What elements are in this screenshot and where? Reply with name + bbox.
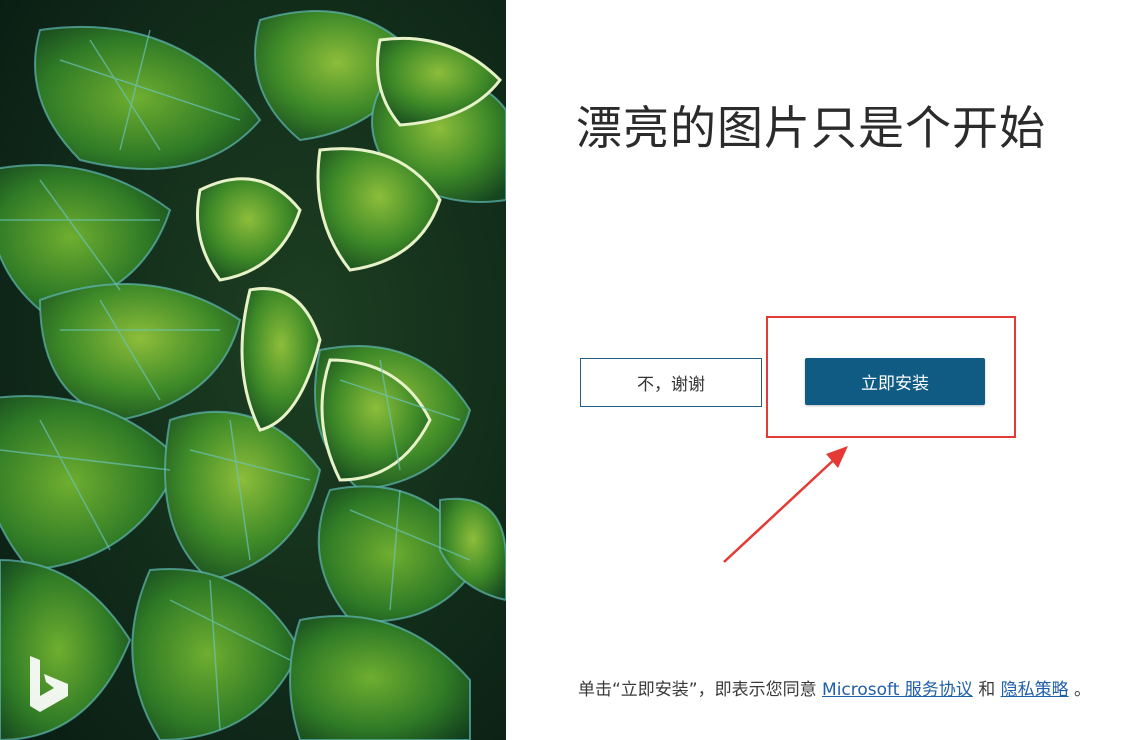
decline-button[interactable]: 不，谢谢	[580, 358, 762, 407]
install-now-button[interactable]: 立即安装	[805, 358, 985, 405]
legal-suffix: 。	[1068, 680, 1092, 700]
installer-window: 漂亮的图片只是个开始 不，谢谢 立即安装 单击“立即安装”，即表示您同意 Mic…	[0, 0, 1145, 740]
succulent-leaves-image	[0, 0, 506, 740]
service-agreement-link[interactable]: Microsoft 服务协议	[822, 680, 973, 700]
page-title: 漂亮的图片只是个开始	[576, 101, 1046, 155]
legal-notice: 单击“立即安装”，即表示您同意 Microsoft 服务协议 和 隐私策略 。	[578, 679, 1098, 701]
bing-logo-icon	[30, 656, 68, 712]
content-panel: 漂亮的图片只是个开始 不，谢谢 立即安装 单击“立即安装”，即表示您同意 Mic…	[506, 0, 1145, 740]
hero-image	[0, 0, 506, 740]
privacy-policy-link[interactable]: 隐私策略	[1001, 680, 1069, 700]
legal-prefix: 单击“立即安装”，即表示您同意	[578, 680, 823, 700]
legal-and-text: 和	[972, 680, 1001, 700]
red-arrow-icon	[723, 446, 848, 563]
